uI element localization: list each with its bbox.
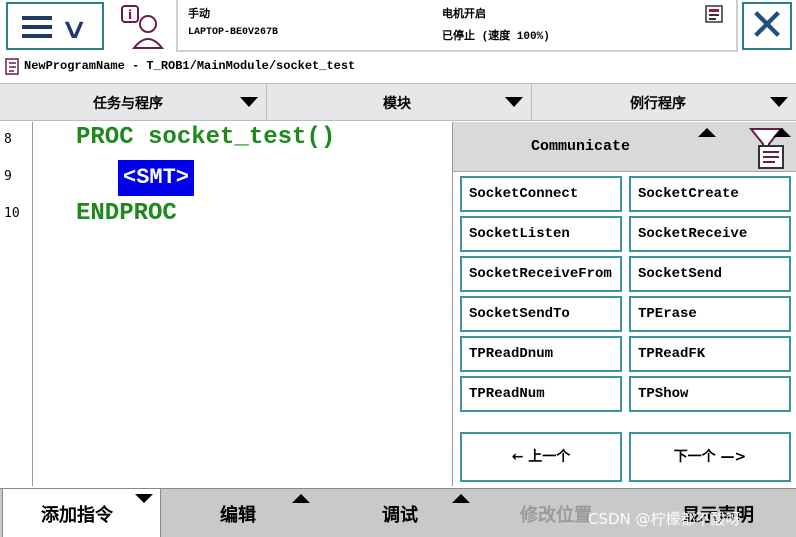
selector-bar: 任务与程序 模块 例行程序 xyxy=(0,83,796,121)
edit-tab[interactable]: 编辑 xyxy=(162,489,320,537)
code-editor[interactable]: 8 9 10 PROC socket_test() <SMT> ENDPROC xyxy=(0,122,454,486)
dropdown-arrow-icon xyxy=(505,97,523,107)
modify-position-label: 修改位置 xyxy=(520,505,592,526)
next-page-button[interactable]: 下一个 —> xyxy=(629,432,791,482)
breadcrumb: NewProgramName - T_ROB1/MainModule/socke… xyxy=(0,56,796,80)
instruction-socketsend-button[interactable]: SocketSend xyxy=(629,256,791,292)
run-state: 已停止 (速度 100%) xyxy=(442,31,550,43)
operator-info-icon[interactable]: i xyxy=(118,4,170,50)
motor-state: 电机开启 xyxy=(442,9,486,21)
csdn-watermark: CSDN @柠檬都不酸呀 xyxy=(588,510,741,528)
popup-arrow-icon xyxy=(452,494,470,503)
instruction-tpreadnum-button[interactable]: TPReadNum xyxy=(460,376,622,412)
main-menu-button[interactable]: ∨ xyxy=(6,2,104,50)
instruction-category-header[interactable]: Communicate xyxy=(453,122,796,172)
smt-placeholder-selected[interactable]: <SMT> xyxy=(118,160,195,196)
instruction-tpshow-button[interactable]: TPShow xyxy=(629,376,791,412)
collapse-arrow-icon[interactable] xyxy=(698,128,716,137)
code-line[interactable]: PROC socket_test() xyxy=(76,124,335,151)
event-log-icon[interactable] xyxy=(705,5,723,23)
instruction-socketcreate-button[interactable]: SocketCreate xyxy=(629,176,791,212)
line-number-gutter: 8 9 10 xyxy=(0,122,33,486)
instruction-socketconnect-button[interactable]: SocketConnect xyxy=(460,176,622,212)
program-editor-icon xyxy=(5,58,19,75)
instruction-socketreceive-button[interactable]: SocketReceive xyxy=(629,216,791,252)
tasks-and-programs-dropdown[interactable]: 任务与程序 xyxy=(0,84,267,120)
routines-dropdown[interactable]: 例行程序 xyxy=(532,84,796,120)
instruction-socketsendto-button[interactable]: SocketSendTo xyxy=(460,296,622,332)
breadcrumb-path: NewProgramName - T_ROB1/MainModule/socke… xyxy=(24,59,356,73)
instruction-picker-panel: Communicate SocketConnect SocketCreate S… xyxy=(452,122,796,486)
instruction-category-title: Communicate xyxy=(531,138,631,155)
popup-arrow-icon xyxy=(292,494,310,503)
dropdown-arrow-icon xyxy=(770,97,788,107)
line-number: 9 xyxy=(4,169,12,184)
instruction-tpreadfk-button[interactable]: TPReadFK xyxy=(629,336,791,372)
routines-dropdown-label: 例行程序 xyxy=(630,96,686,112)
top-bar: ∨ i 手动 LAPTOP-BE0V267B 电机开启 已停止 (速度 100%… xyxy=(0,0,796,55)
add-instruction-label: 添加指令 xyxy=(41,505,113,526)
instruction-tpreaddnum-button[interactable]: TPReadDnum xyxy=(460,336,622,372)
line-number: 8 xyxy=(4,132,12,147)
instruction-socketlisten-button[interactable]: SocketListen xyxy=(460,216,622,252)
line-number: 10 xyxy=(4,206,20,221)
dropdown-arrow-icon xyxy=(135,494,153,503)
code-line[interactable]: ENDPROC xyxy=(76,200,177,227)
hamburger-icon xyxy=(22,16,52,38)
close-icon: ✕ xyxy=(748,0,786,51)
debug-label: 调试 xyxy=(382,505,418,526)
modules-dropdown-label: 模块 xyxy=(383,96,411,112)
instruction-socketreceivefrom-button[interactable]: SocketReceiveFrom xyxy=(460,256,622,292)
debug-tab[interactable]: 调试 xyxy=(320,489,480,537)
instruction-tperase-button[interactable]: TPErase xyxy=(629,296,791,332)
status-panel[interactable]: 手动 LAPTOP-BE0V267B 电机开启 已停止 (速度 100%) xyxy=(176,0,738,52)
svg-text:i: i xyxy=(128,8,132,22)
dropdown-arrow-icon xyxy=(240,97,258,107)
close-button[interactable]: ✕ xyxy=(742,2,792,50)
tasks-dropdown-label: 任务与程序 xyxy=(93,96,163,112)
operation-mode: 手动 xyxy=(188,9,210,21)
modules-dropdown[interactable]: 模块 xyxy=(267,84,532,120)
previous-page-button[interactable]: ← 上一个 xyxy=(460,432,622,482)
add-instruction-tab[interactable]: 添加指令 xyxy=(2,489,161,537)
edit-label: 编辑 xyxy=(220,505,256,526)
chevron-down-icon: ∨ xyxy=(59,12,89,45)
collapse-arrow-icon[interactable] xyxy=(773,128,791,137)
controller-name: LAPTOP-BE0V267B xyxy=(188,27,279,38)
